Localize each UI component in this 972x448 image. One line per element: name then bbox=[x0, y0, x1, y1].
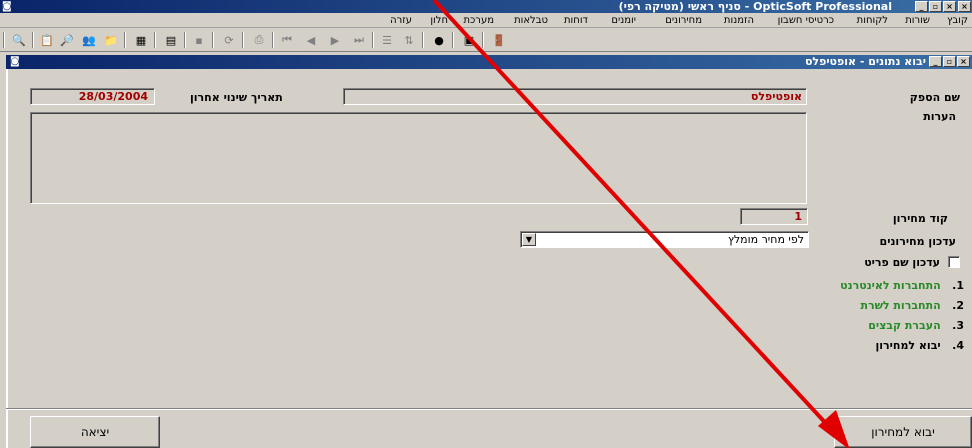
close-icon[interactable]: × bbox=[943, 1, 956, 12]
calculator-icon[interactable]: ▦ bbox=[132, 31, 150, 49]
preview-icon[interactable]: ● bbox=[430, 31, 448, 49]
supplier-value: אופטיפלס bbox=[750, 90, 802, 103]
app-title-bar: ◙ OpticSoft Professional - סניף ראשי (מט… bbox=[0, 0, 972, 13]
app-corner-icon[interactable]: × bbox=[958, 1, 971, 12]
toolbar-separator bbox=[32, 32, 34, 48]
magnify-icon[interactable]: 🔎 bbox=[58, 31, 76, 49]
last-record-icon[interactable]: ⏭ bbox=[350, 31, 368, 49]
child-window-title: יבוא נתונים - אופטיפלס bbox=[804, 55, 926, 68]
exit-button[interactable]: יציאה bbox=[30, 416, 160, 448]
last-change-field[interactable]: 28/03/2004 bbox=[30, 88, 155, 105]
update-item-name-checkbox[interactable] bbox=[948, 256, 960, 268]
toolbar-separator bbox=[212, 32, 214, 48]
menu-item-rows[interactable]: שורות bbox=[905, 14, 930, 27]
people-icon[interactable]: 👥 bbox=[80, 31, 98, 49]
menu-item-file[interactable]: קובץ bbox=[947, 14, 968, 27]
step-label: התחברות לאינטרנט bbox=[840, 279, 941, 292]
child-minimize-icon[interactable]: _ bbox=[929, 56, 942, 67]
menu-item-reports[interactable]: דוחות bbox=[564, 14, 588, 27]
menu-item-accounts[interactable]: כרטיסי חשבון bbox=[778, 14, 834, 27]
app-title: OpticSoft Professional - סניף ראשי (מטיק… bbox=[618, 0, 892, 13]
prev-record-icon[interactable]: ◀ bbox=[302, 31, 320, 49]
restore-icon[interactable]: ▫ bbox=[929, 1, 942, 12]
last-change-label: תאריך שינוי אחרון bbox=[190, 91, 283, 104]
child-close-icon[interactable]: × bbox=[957, 56, 970, 67]
menu-item-system[interactable]: מערכת bbox=[463, 14, 494, 27]
table-icon[interactable]: ▣ bbox=[460, 31, 478, 49]
sort-icon[interactable]: ⇅ bbox=[400, 31, 418, 49]
steps-list: 1. התחברות לאינטרנט 2. התחברות לשרת 3. ה… bbox=[804, 276, 964, 356]
menu-item-pricelists[interactable]: מחירונים bbox=[665, 14, 702, 27]
menu-item-window[interactable]: חלון bbox=[430, 14, 448, 27]
search-icon[interactable]: 🔍 bbox=[10, 31, 28, 49]
step-number: 2. bbox=[952, 299, 964, 312]
filter-icon[interactable]: ☰ bbox=[378, 31, 396, 49]
divider bbox=[6, 408, 972, 410]
toolbar-separator bbox=[154, 32, 156, 48]
grid-icon[interactable]: ▤ bbox=[162, 31, 180, 49]
print-icon[interactable]: ⎙ bbox=[250, 31, 268, 49]
toolbar: 🔍 📋 🔎 👥 📁 ▦ ▤ ▪ ⟳ ⎙ ⏮ ◀ ▶ ⏭ ☰ ⇅ ● ▣ 🚪 bbox=[0, 28, 972, 52]
toolbar-separator bbox=[272, 32, 274, 48]
menu-item-help[interactable]: עזרה bbox=[390, 14, 412, 27]
refresh-icon[interactable]: ⟳ bbox=[220, 31, 238, 49]
exit-door-icon[interactable]: 🚪 bbox=[490, 31, 508, 49]
step-number: 3. bbox=[952, 319, 964, 332]
pricelist-code-value: 1 bbox=[794, 210, 802, 223]
supplier-label: שם הספק bbox=[909, 91, 960, 104]
pricelist-update-select[interactable]: לפי מחיר מומלץ ▼ bbox=[520, 231, 809, 248]
import-to-pricelist-button[interactable]: יבוא למחירון bbox=[834, 416, 972, 448]
pricelist-code-label: קוד מחירון bbox=[892, 212, 948, 225]
list-item: 4. יבוא למחירון bbox=[804, 336, 965, 356]
list-item: 2. התחברות לשרת bbox=[804, 296, 964, 316]
child-window-title-bar: ◙ יבוא נתונים - אופטיפלס _ ▫ × bbox=[6, 55, 972, 69]
step-number: 1. bbox=[952, 279, 964, 292]
notes-label: הערות bbox=[923, 110, 956, 123]
child-restore-icon[interactable]: ▫ bbox=[943, 56, 956, 67]
first-record-icon[interactable]: ⏮ bbox=[278, 31, 296, 49]
supplier-field[interactable]: אופטיפלס bbox=[343, 88, 807, 105]
app-icon: ◙ bbox=[2, 1, 12, 12]
chevron-down-icon[interactable]: ▼ bbox=[522, 233, 536, 246]
pricelist-code-field[interactable]: 1 bbox=[740, 208, 808, 225]
toolbar-grip bbox=[3, 32, 5, 48]
toolbar-separator bbox=[242, 32, 244, 48]
child-window-icon: ◙ bbox=[10, 56, 20, 67]
minimize-icon[interactable]: _ bbox=[915, 1, 928, 12]
menu-item-customers[interactable]: לקוחות bbox=[857, 14, 888, 27]
menu-bar: קובץ שורות לקוחות כרטיסי חשבון הזמנות מח… bbox=[0, 13, 972, 28]
toolbar-separator bbox=[452, 32, 454, 48]
save-icon[interactable]: ▪ bbox=[190, 31, 208, 49]
next-record-icon[interactable]: ▶ bbox=[326, 31, 344, 49]
step-label: התחברות לשרת bbox=[860, 299, 941, 312]
toolbar-separator bbox=[184, 32, 186, 48]
toolbar-separator bbox=[422, 32, 424, 48]
pricelist-update-value: לפי מחיר מומלץ bbox=[727, 233, 804, 246]
list-item: 3. העברת קבצים bbox=[804, 316, 964, 336]
last-change-value: 28/03/2004 bbox=[78, 90, 148, 103]
list-item: 1. התחברות לאינטרנט bbox=[804, 276, 964, 296]
toolbar-separator bbox=[482, 32, 484, 48]
folder-icon[interactable]: 📁 bbox=[102, 31, 120, 49]
step-label: יבוא למחירון bbox=[875, 339, 941, 352]
toolbar-separator bbox=[124, 32, 126, 48]
update-item-name-label: עדכון שם פריט bbox=[864, 256, 940, 269]
menu-item-orders[interactable]: הזמנות bbox=[724, 14, 754, 27]
pricelist-update-label: עדכון מחירונים bbox=[879, 235, 956, 248]
step-label: העברת קבצים bbox=[868, 319, 941, 332]
toolbar-separator bbox=[372, 32, 374, 48]
notes-textarea[interactable] bbox=[30, 112, 807, 204]
menu-item-tables[interactable]: טבלאות bbox=[514, 14, 548, 27]
properties-icon[interactable]: 📋 bbox=[38, 31, 56, 49]
menu-item-journals[interactable]: יומנים bbox=[611, 14, 636, 27]
step-number: 4. bbox=[952, 339, 964, 352]
